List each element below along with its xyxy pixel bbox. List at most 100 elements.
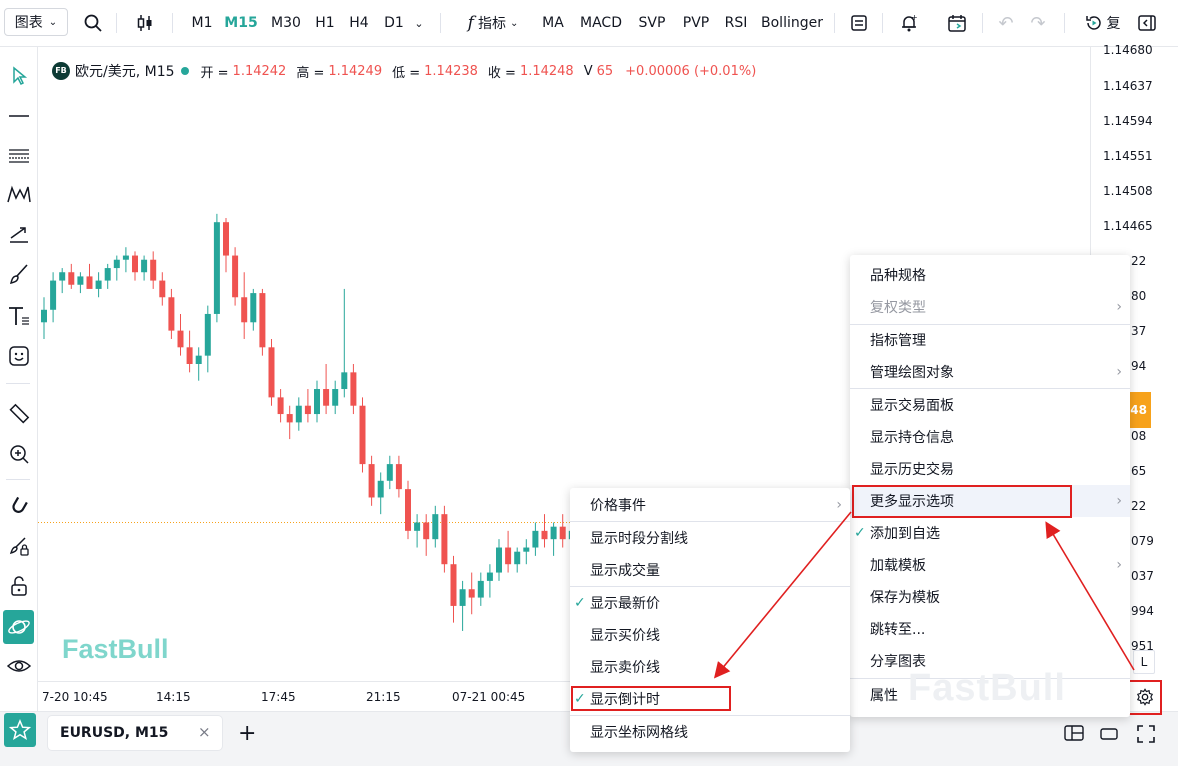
candle-body	[232, 255, 239, 298]
candle-body	[395, 464, 402, 490]
undo-icon[interactable]: ↶	[994, 0, 1018, 46]
menu-item-load-template[interactable]: 加载模板 ›	[850, 549, 1130, 581]
timeframe-h1[interactable]: H1	[313, 0, 337, 46]
menu-item-symbol-spec[interactable]: 品种规格	[850, 259, 1130, 291]
candle	[559, 514, 566, 548]
candle	[496, 539, 502, 581]
submenu-item-session-breaks[interactable]: 显示时段分割线	[570, 522, 850, 554]
indicator-bollinger[interactable]: Bollinger	[760, 0, 824, 46]
chevron-right-icon: ›	[836, 497, 842, 513]
candle	[441, 505, 448, 573]
add-tab-icon[interactable]: +	[238, 721, 256, 746]
timeframe-d1[interactable]: D1	[382, 0, 406, 46]
redo-icon[interactable]: ↷	[1026, 0, 1050, 46]
price-tick: 80	[1131, 289, 1147, 303]
close-tab-icon[interactable]: ×	[198, 723, 211, 741]
candle	[241, 272, 248, 339]
timeframe-m15[interactable]: M15	[224, 0, 257, 46]
trend-line-icon[interactable]	[4, 101, 33, 131]
candle-body	[441, 514, 448, 565]
candle-body	[459, 589, 466, 606]
chart-menu-dropdown[interactable]: 图表 ⌄	[4, 8, 68, 36]
price-tick: 37	[1131, 324, 1147, 338]
chevron-down-icon: ⌄	[48, 16, 58, 28]
timeframe-m30[interactable]: M30	[268, 0, 304, 46]
text-tool-icon[interactable]	[4, 301, 33, 331]
indicator-pvp[interactable]: PVP	[680, 0, 712, 46]
fib-retracement-icon[interactable]	[4, 141, 33, 171]
candle-body	[186, 347, 193, 364]
submenu-item-price-events[interactable]: 价格事件 ›	[570, 489, 850, 521]
candle-body	[314, 389, 320, 415]
cursor-icon[interactable]	[4, 61, 33, 91]
menu-item-label: 复权类型	[870, 300, 926, 316]
menu-item-manage-drawings[interactable]: 管理绘图对象 ›	[850, 356, 1130, 388]
candle	[268, 338, 275, 406]
log-scale-toggle[interactable]: L	[1133, 650, 1155, 674]
candle	[450, 555, 457, 623]
candle	[41, 297, 47, 339]
candle-body	[505, 547, 512, 565]
menu-item-history-trades[interactable]: 显示历史交易	[850, 453, 1130, 485]
menu-item-label: 显示坐标网格线	[590, 725, 688, 741]
indicator-macd[interactable]: MACD	[578, 0, 624, 46]
planet-icon[interactable]	[3, 610, 34, 644]
candle-body	[550, 526, 557, 540]
brush-icon[interactable]	[4, 259, 33, 289]
indicator-svp[interactable]: SVP	[636, 0, 668, 46]
pattern-icon[interactable]	[4, 179, 33, 209]
menu-item-go-to[interactable]: 跳转至...	[850, 613, 1130, 645]
indicators-button[interactable]: f 指标 ⌄	[458, 0, 528, 46]
submenu-item-bid-line[interactable]: 显示买价线	[570, 619, 850, 651]
candle-body	[341, 372, 348, 390]
eye-icon[interactable]	[4, 651, 33, 681]
menu-item-positions[interactable]: 显示持仓信息	[850, 421, 1130, 453]
candle-body	[523, 547, 530, 552]
candle-body	[204, 313, 211, 356]
menu-item-adjustment-type[interactable]: 复权类型 ›	[850, 291, 1130, 323]
timeframe-chevron-down-icon[interactable]: ⌄	[410, 0, 428, 46]
magnet-icon[interactable]	[4, 491, 33, 521]
candlestick-type-icon[interactable]	[132, 0, 158, 46]
lock-drawings-icon[interactable]	[4, 531, 33, 561]
candle-body	[177, 330, 184, 348]
chevron-right-icon: ›	[1116, 557, 1122, 573]
candle	[250, 288, 257, 331]
menu-item-label: 显示历史交易	[870, 462, 954, 478]
replay-button[interactable]: 复	[1078, 0, 1126, 46]
zoom-in-icon[interactable]	[4, 439, 33, 469]
candle-body	[113, 259, 120, 269]
favorites-star-icon[interactable]	[4, 713, 36, 747]
candle	[295, 397, 302, 431]
submenu-item-last-price[interactable]: ✓ 显示最新价	[570, 587, 850, 619]
search-icon[interactable]	[80, 0, 106, 46]
collapse-panel-icon[interactable]	[1134, 0, 1160, 46]
timeframe-h4[interactable]: H4	[347, 0, 371, 46]
alert-icon[interactable]: +	[896, 0, 922, 46]
submenu-item-grid-lines[interactable]: 显示坐标网格线	[570, 716, 850, 748]
ohlc-legend: FB 欧元/美元, M15 开 = 1.14242 高 = 1.14249 低 = 1…	[52, 61, 756, 81]
indicator-rsi[interactable]: RSI	[723, 0, 749, 46]
single-layout-icon[interactable]	[1100, 726, 1118, 745]
calendar-icon[interactable]	[944, 0, 970, 46]
unlock-icon[interactable]	[4, 571, 33, 601]
candle-body	[59, 272, 66, 281]
split-layout-icon[interactable]	[1064, 724, 1084, 746]
indicator-ma[interactable]: MA	[540, 0, 566, 46]
emoji-icon[interactable]	[4, 341, 33, 371]
chart-tab[interactable]: EURUSD, M15 ×	[48, 716, 222, 750]
symbol-name[interactable]: 欧元/美元, M15	[75, 61, 175, 81]
menu-item-add-to-watchlist[interactable]: ✓ 添加到自选	[850, 517, 1130, 549]
submenu-item-ask-line[interactable]: 显示卖价线	[570, 651, 850, 683]
menu-item-indicator-manager[interactable]: 指标管理	[850, 324, 1130, 356]
menu-item-save-template[interactable]: 保存为模板	[850, 581, 1130, 613]
projection-icon[interactable]	[4, 219, 33, 249]
menu-item-trade-panel[interactable]: 显示交易面板	[850, 389, 1130, 421]
submenu-item-volume[interactable]: 显示成交量	[570, 554, 850, 586]
ruler-icon[interactable]	[4, 399, 33, 429]
timeframe-m1[interactable]: M1	[188, 0, 216, 46]
price-tick: 22	[1131, 499, 1147, 513]
fullscreen-icon[interactable]	[1136, 724, 1156, 748]
layout-icon[interactable]	[846, 0, 872, 46]
price-tick: 08	[1131, 429, 1147, 443]
